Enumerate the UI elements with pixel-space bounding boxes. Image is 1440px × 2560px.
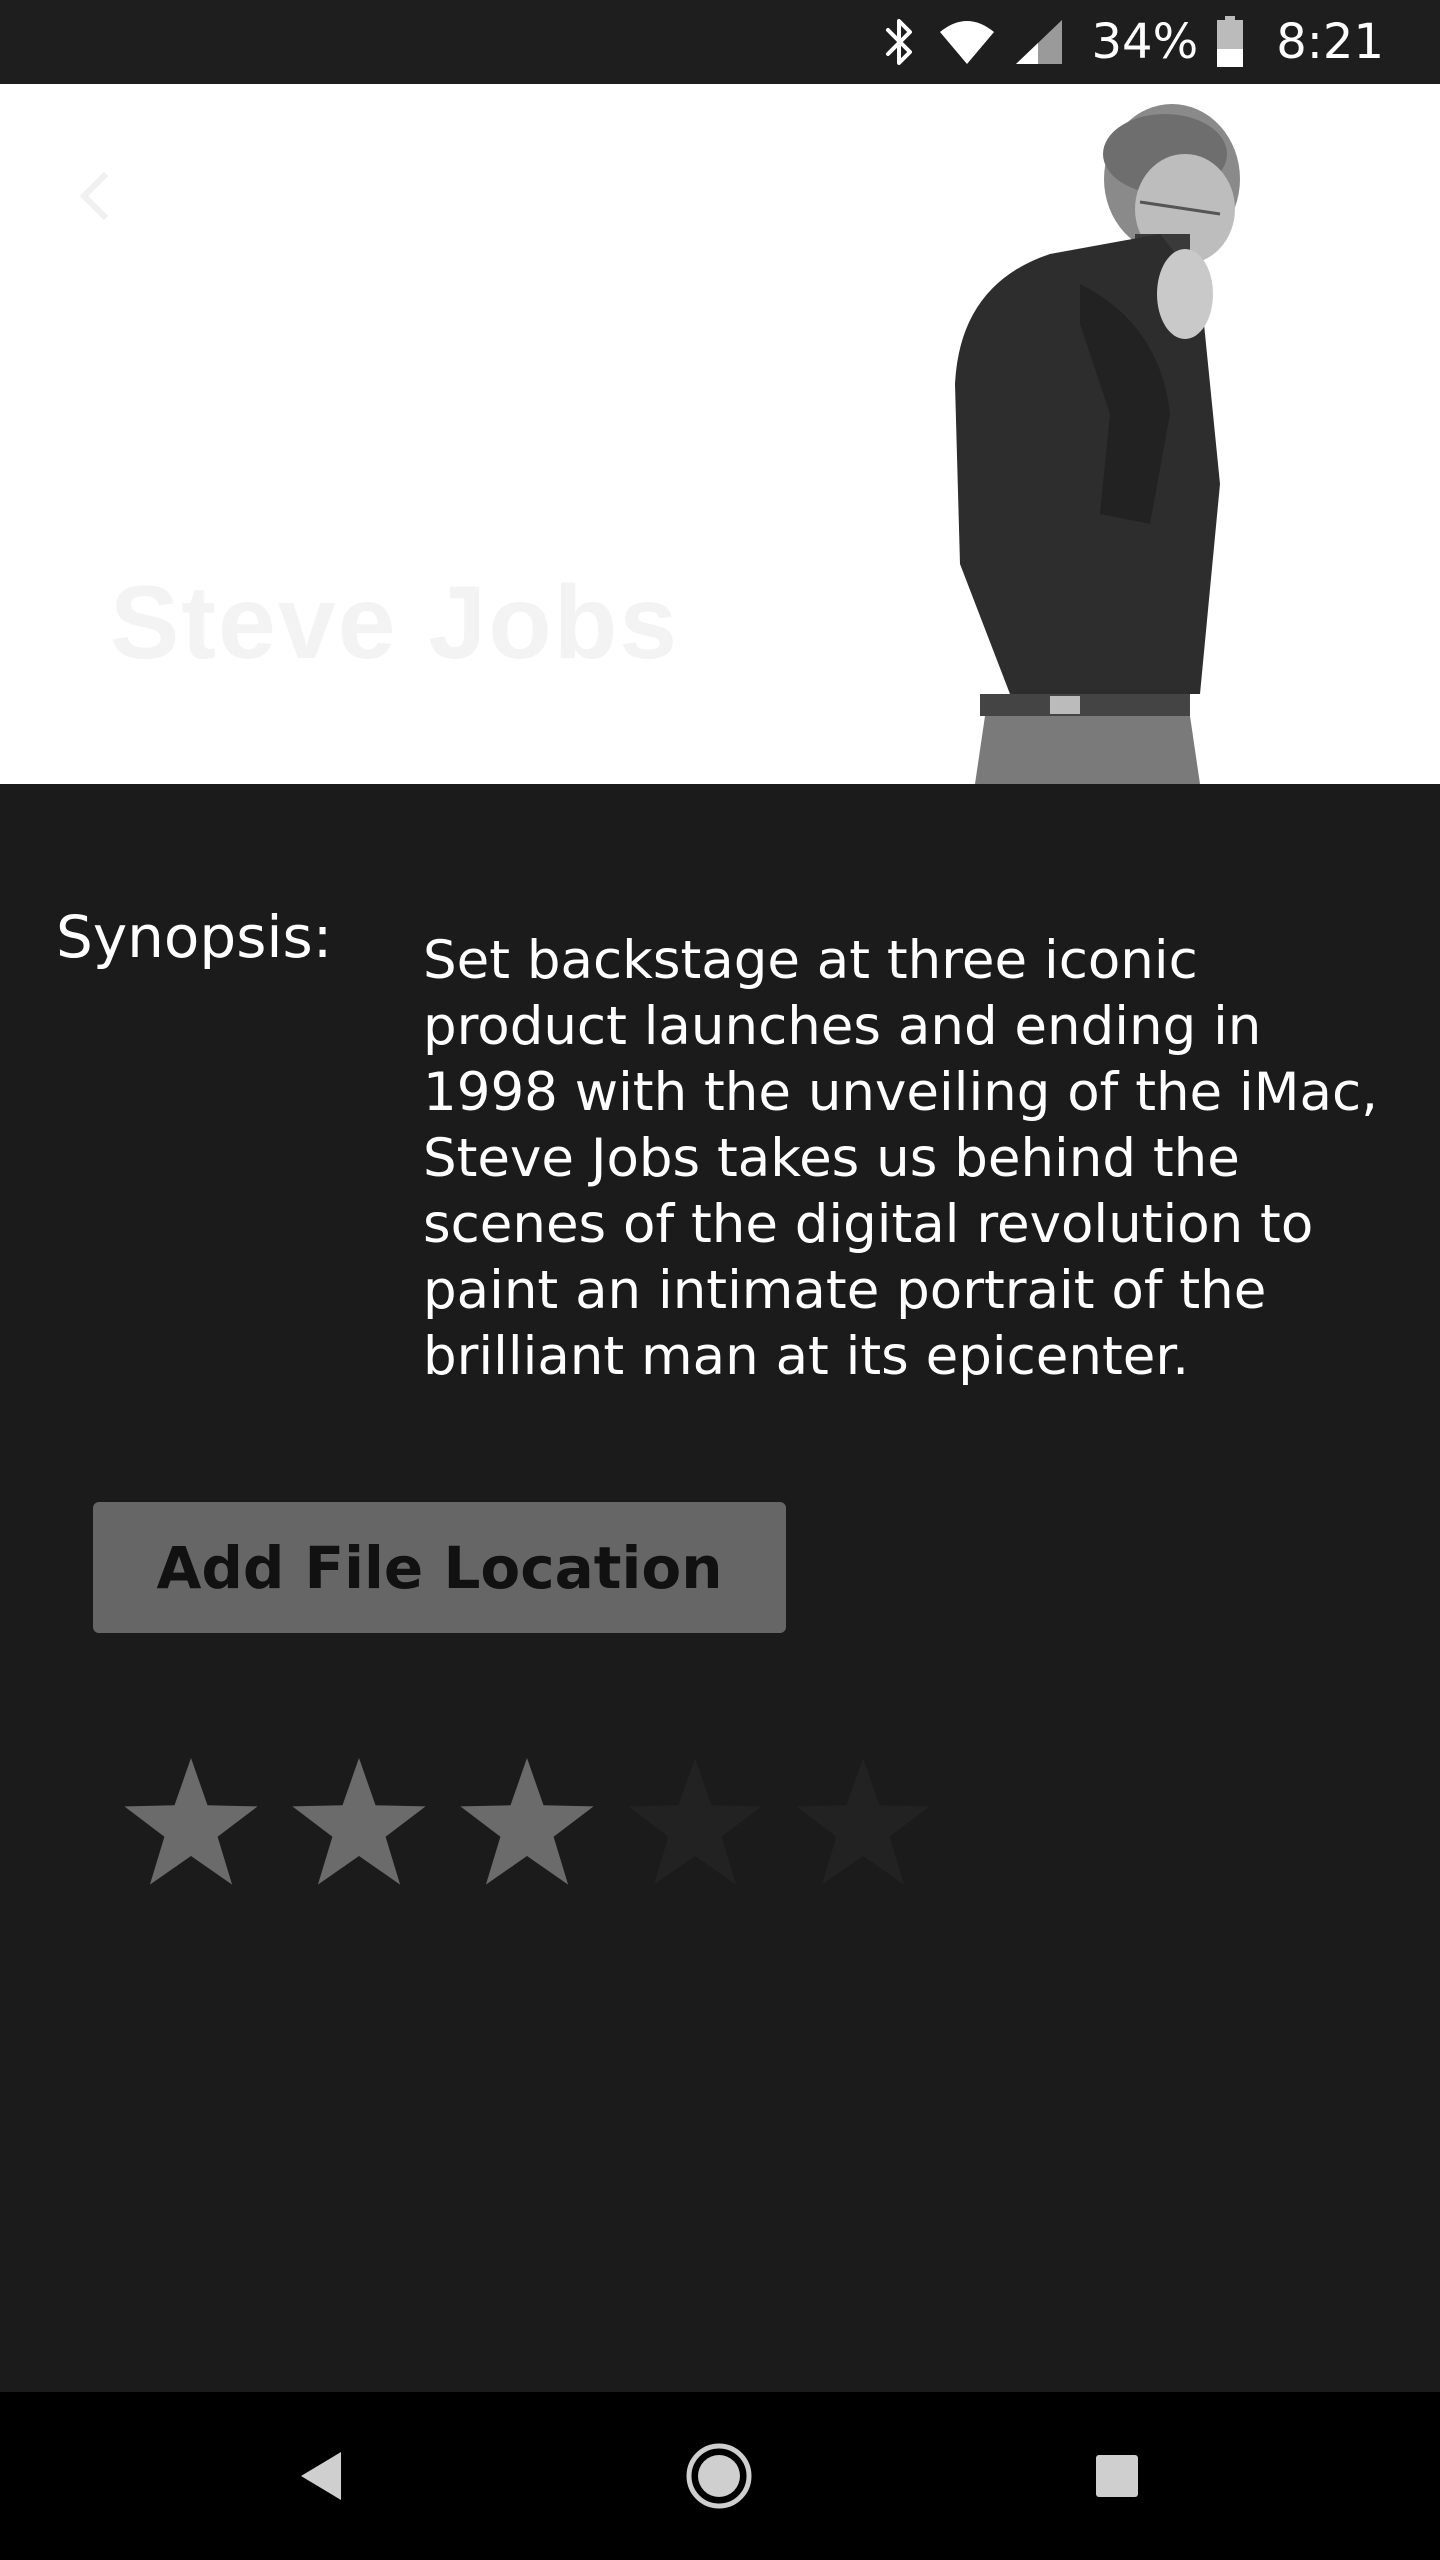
nav-home-icon[interactable]	[675, 2432, 763, 2520]
wifi-icon	[938, 18, 996, 66]
cell-signal-icon	[1014, 18, 1064, 66]
bluetooth-icon	[880, 16, 920, 68]
star-filled-icon[interactable]	[286, 1750, 432, 1896]
add-file-location-button[interactable]: Add File Location	[93, 1502, 786, 1633]
movie-title: Steve Jobs	[110, 565, 680, 681]
movie-detail-screen: 34% 8:21 Steve Jobs Synopsis: Set backst…	[0, 0, 1440, 2560]
synopsis-label: Synopsis:	[56, 903, 333, 971]
movie-poster: Steve Jobs	[0, 84, 1440, 784]
nav-back-icon[interactable]	[276, 2432, 364, 2520]
back-arrow-icon[interactable]	[66, 164, 130, 228]
battery-icon	[1216, 16, 1244, 68]
poster-portrait-image	[955, 104, 1240, 784]
status-icons: 34% 8:21	[880, 0, 1384, 84]
synopsis-text: Set backstage at three iconic product la…	[423, 930, 1378, 1387]
nav-recents-icon[interactable]	[1073, 2432, 1161, 2520]
rating-bar[interactable]	[118, 1750, 936, 1896]
status-time: 8:21	[1276, 14, 1384, 70]
status-bar: 34% 8:21	[0, 0, 1440, 84]
battery-percent: 34%	[1091, 14, 1199, 70]
system-nav-bar	[0, 2392, 1440, 2560]
star-filled-icon[interactable]	[454, 1750, 600, 1896]
star-empty-icon[interactable]	[622, 1750, 768, 1896]
star-filled-icon[interactable]	[118, 1750, 264, 1896]
star-empty-icon[interactable]	[790, 1750, 936, 1896]
